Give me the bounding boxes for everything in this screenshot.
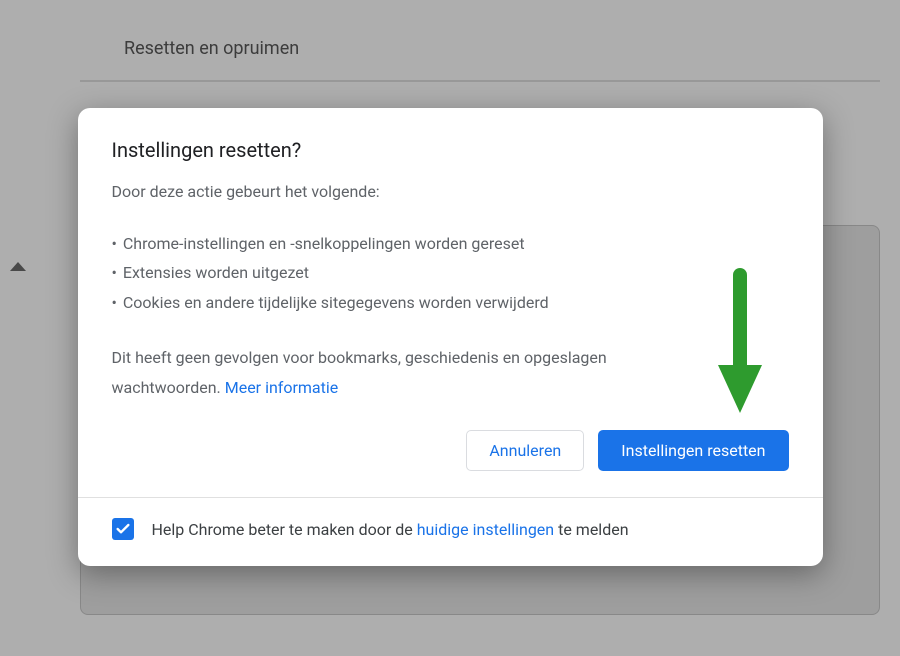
footer-text: Help Chrome beter te maken door de huidi… [152,520,629,539]
dialog-actions: Annuleren Instellingen resetten [112,430,789,471]
dialog-intro: Door deze actie gebeurt het volgende: [112,182,789,201]
list-item: Chrome-instellingen en -snelkoppelingen … [112,229,789,259]
dialog-note: Dit heeft geen gevolgen voor bookmarks, … [112,343,672,402]
reset-settings-dialog: Instellingen resetten? Door deze actie g… [78,108,823,567]
dialog-bullet-list: Chrome-instellingen en -snelkoppelingen … [112,229,789,318]
footer-prefix: Help Chrome beter te maken door de [152,520,417,539]
dialog-overlay: Instellingen resetten? Door deze actie g… [0,0,900,656]
list-item: Extensies worden uitgezet [112,258,789,288]
list-item: Cookies en andere tijdelijke sitegegeven… [112,288,789,318]
dialog-footer: Help Chrome beter te maken door de huidi… [78,497,823,566]
report-settings-checkbox[interactable] [112,518,134,540]
confirm-reset-button[interactable]: Instellingen resetten [598,430,788,471]
cancel-button[interactable]: Annuleren [466,430,584,471]
footer-suffix: te melden [554,520,628,539]
current-settings-link[interactable]: huidige instellingen [417,520,554,539]
dialog-title: Instellingen resetten? [112,138,789,162]
checkmark-icon [115,521,131,537]
more-info-link[interactable]: Meer informatie [225,378,339,397]
note-text: Dit heeft geen gevolgen voor bookmarks, … [112,348,607,397]
